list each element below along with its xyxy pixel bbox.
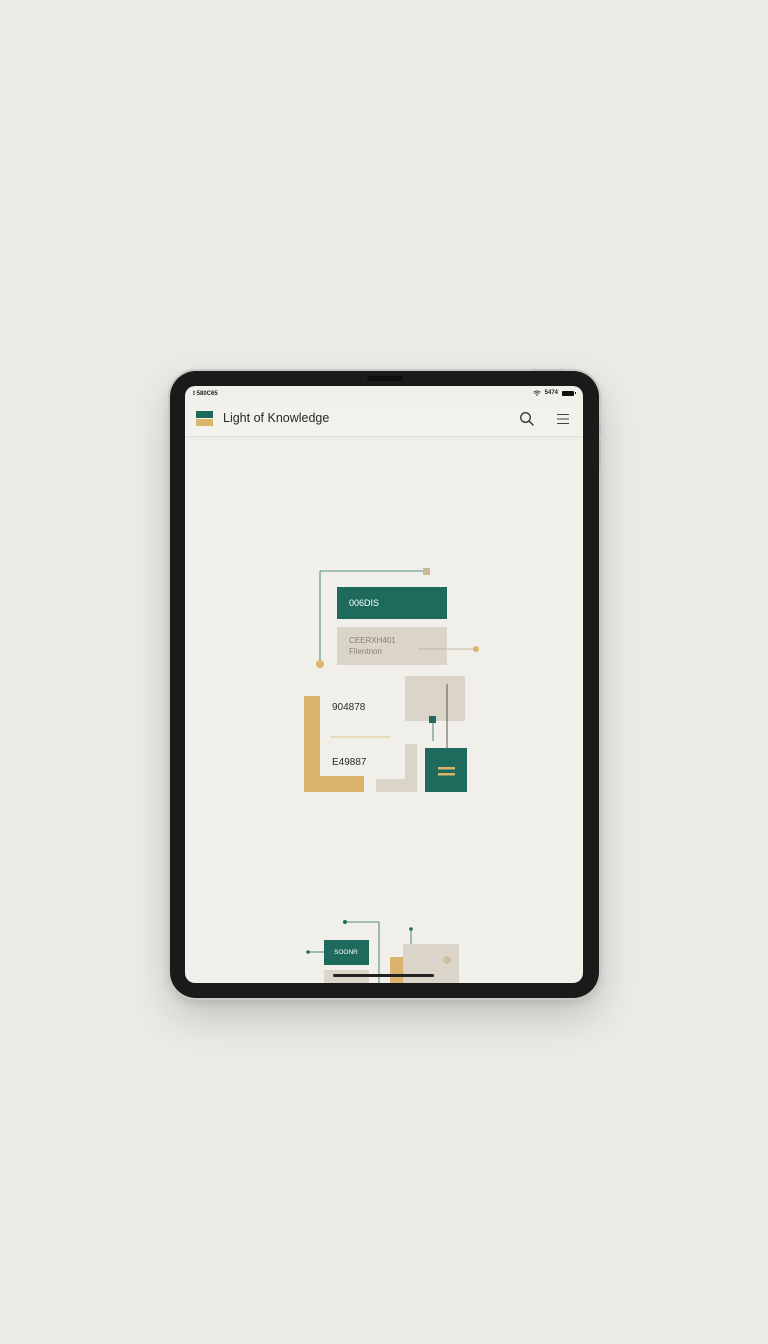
node-square — [429, 716, 436, 723]
number-2: E49887 — [332, 757, 367, 768]
volume-down-button — [599, 441, 601, 467]
node-dot — [473, 646, 479, 652]
screen: t 580C65 5474 Light of Knowledge 006DIS … — [185, 386, 583, 983]
volume-up-button — [599, 421, 601, 435]
tablet-device: t 580C65 5474 Light of Knowledge 006DIS … — [170, 369, 601, 998]
number-1: 904878 — [332, 702, 366, 713]
menu-tile-teal — [425, 748, 467, 792]
knowledge-diagram — [304, 568, 479, 983]
node-dot — [316, 660, 324, 668]
power-button — [532, 369, 564, 371]
bottom-bar-label: SOONR — [334, 949, 358, 956]
node-square — [423, 568, 430, 575]
top-bar-label: 006DIS — [349, 598, 380, 608]
beige-square — [405, 676, 465, 721]
home-indicator[interactable] — [333, 974, 434, 977]
beige-bracket — [376, 744, 417, 792]
card-line1: CEERXH401 — [349, 636, 396, 645]
card-line2: Filentnon — [349, 647, 382, 656]
bottom-beige-block — [403, 944, 459, 983]
camera-notch — [366, 376, 403, 381]
bottom-gold-block — [390, 957, 403, 983]
